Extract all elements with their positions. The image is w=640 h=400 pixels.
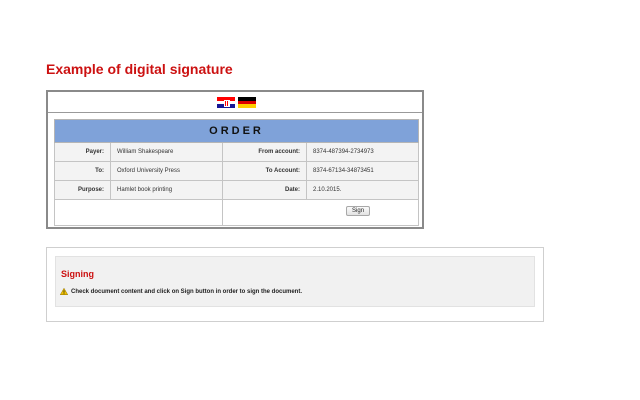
signing-box: Signing Check document content and click…: [55, 256, 535, 307]
croatian-flag-icon[interactable]: [217, 97, 235, 108]
to-account-value: 8374-67134-34873451: [305, 161, 420, 181]
signing-message: Check document content and click on Sign…: [71, 288, 303, 295]
payer-label: Payer:: [54, 142, 111, 162]
signing-message-row: Check document content and click on Sign…: [60, 288, 302, 295]
purpose-value: Hamlet book printing: [110, 180, 223, 200]
language-bar: [48, 92, 422, 113]
to-account-label: To Account:: [222, 161, 307, 181]
empty-cell: [54, 199, 223, 226]
german-flag-icon[interactable]: [238, 97, 256, 108]
signing-title: Signing: [61, 269, 94, 279]
order-form: ORDER Payer: William Shakespeare From ac…: [46, 90, 424, 229]
order-table: ORDER Payer: William Shakespeare From ac…: [53, 119, 420, 226]
to-value: Oxford University Press: [110, 161, 223, 181]
sign-cell: Sign: [221, 199, 420, 226]
signing-panel: Signing Check document content and click…: [46, 247, 544, 322]
order-heading: ORDER: [53, 119, 420, 143]
sign-button[interactable]: Sign: [346, 206, 371, 216]
to-label: To:: [54, 161, 111, 181]
from-account-value: 8374-487394-2734973: [305, 142, 420, 162]
payer-value: William Shakespeare: [110, 142, 223, 162]
date-label: Date:: [222, 180, 307, 200]
warning-icon: [60, 288, 68, 295]
from-account-label: From account:: [222, 142, 307, 162]
purpose-label: Purpose:: [54, 180, 111, 200]
date-value: 2.10.2015.: [305, 180, 420, 200]
page-title: Example of digital signature: [46, 61, 233, 77]
